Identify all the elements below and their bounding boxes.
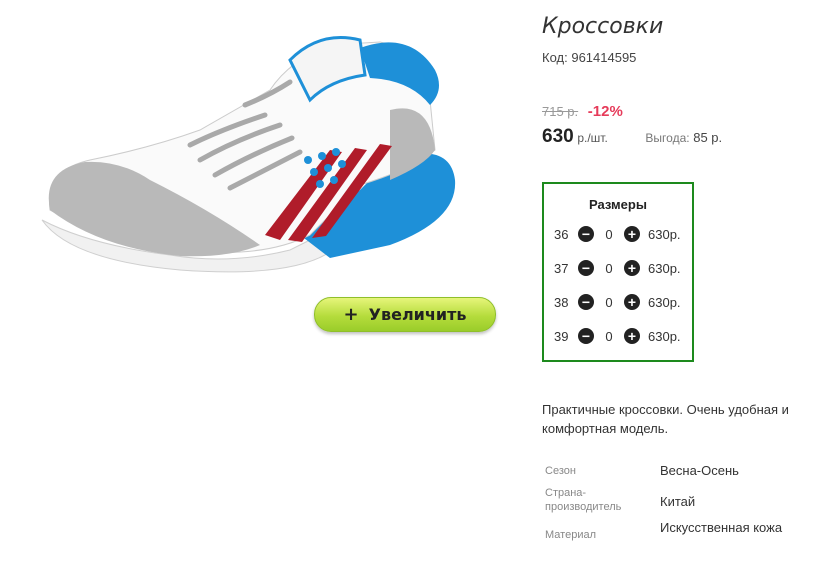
size-number: 38 <box>554 294 569 310</box>
sizes-box: Размеры 36 − 0 + 630р. 37 − 0 + 630р. 38… <box>542 182 694 362</box>
product-photo[interactable] <box>30 20 470 280</box>
size-row: 36 − 0 + 630р. <box>554 224 681 244</box>
property-label: Материал <box>545 529 596 541</box>
quantity-value: 0 <box>605 294 613 310</box>
product-description: Практичные кроссовки. Очень удобная и ко… <box>542 402 789 436</box>
sizes-title: Размеры <box>589 197 647 212</box>
size-price: 630р. <box>648 226 681 242</box>
plus-icon[interactable]: + <box>624 294 640 310</box>
property-label: Сезон <box>545 465 576 477</box>
property-label: Страна-производитель <box>545 487 622 513</box>
size-row: 37 − 0 + 630р. <box>554 258 681 278</box>
quantity-value: 0 <box>605 260 613 276</box>
old-price: 715 р. <box>542 104 579 119</box>
quantity-value: 0 <box>605 328 613 344</box>
product-title: Кроссовки <box>542 14 664 39</box>
code-label: Код: <box>542 50 568 65</box>
property-value: Китай <box>660 494 696 509</box>
zoom-button[interactable]: + Увеличить <box>314 297 496 332</box>
size-number: 36 <box>554 226 569 242</box>
plus-icon[interactable]: + <box>624 226 640 242</box>
plus-icon: + <box>343 304 359 325</box>
minus-icon[interactable]: − <box>578 226 594 242</box>
quantity-value: 0 <box>605 226 613 242</box>
size-row: 38 − 0 + 630р. <box>554 292 681 312</box>
size-number: 39 <box>554 328 569 344</box>
price-unit: р./шт. <box>577 131 608 145</box>
size-price: 630р. <box>648 328 681 344</box>
size-number: 37 <box>554 260 569 276</box>
product-code: Код: 961414595 <box>542 50 636 65</box>
size-price: 630р. <box>648 294 681 310</box>
size-row: 39 − 0 + 630р. <box>554 326 681 346</box>
price-value: 630 <box>542 126 574 147</box>
plus-icon[interactable]: + <box>624 260 640 276</box>
plus-icon[interactable]: + <box>624 328 640 344</box>
minus-icon[interactable]: − <box>578 260 594 276</box>
price-row: 630 р./шт. Выгода: 85 р. <box>542 126 722 148</box>
minus-icon[interactable]: − <box>578 328 594 344</box>
product-image-area: + Увеличить <box>0 0 520 566</box>
discount-badge: -12% <box>587 103 623 120</box>
minus-icon[interactable]: − <box>578 294 594 310</box>
property-value: Весна-Осень <box>660 463 739 478</box>
old-price-row: 715 р. -12% <box>542 103 623 120</box>
size-price: 630р. <box>648 260 681 276</box>
code-value: 961414595 <box>571 50 637 65</box>
savings-label: Выгода: <box>645 131 690 145</box>
property-value: Искусственная кожа <box>660 520 783 535</box>
zoom-button-label: Увеличить <box>368 305 467 324</box>
savings-value: 85 р. <box>693 130 723 145</box>
